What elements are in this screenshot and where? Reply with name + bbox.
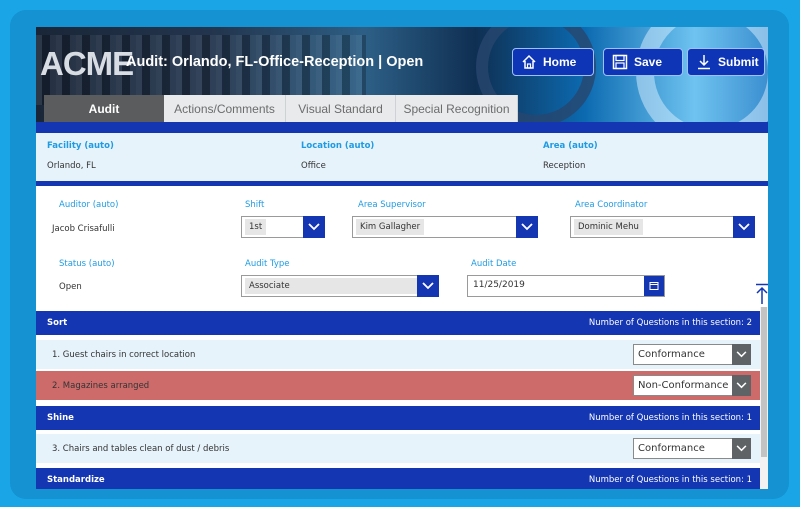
chevron-down-icon[interactable]	[303, 216, 325, 238]
area-coordinator-dropdown-value: Dominic Mehu	[574, 219, 643, 235]
question-row: 1. Guest chairs in correct location Conf…	[36, 340, 760, 369]
chevron-down-icon[interactable]	[516, 216, 538, 238]
facility-label: Facility (auto)	[47, 141, 114, 151]
audit-date-label: Audit Date	[471, 259, 517, 269]
section-question-count: Number of Questions in this section: 1	[588, 413, 752, 423]
chevron-down-icon[interactable]	[732, 375, 751, 396]
answer-dropdown-value: Conformance	[638, 349, 705, 360]
tab-visual-standard[interactable]: Visual Standard	[286, 95, 396, 122]
scrollbar[interactable]	[760, 307, 768, 489]
chevron-down-icon[interactable]	[417, 275, 439, 297]
area-supervisor-dropdown[interactable]: Kim Gallagher	[352, 216, 538, 238]
section-header-standardize: Standardize Number of Questions in this …	[36, 468, 760, 489]
location-label: Location (auto)	[301, 141, 375, 151]
divider-bar	[36, 122, 768, 133]
question-row: 3. Chairs and tables clean of dust / deb…	[36, 434, 760, 463]
section-name: Shine	[47, 413, 74, 423]
app-screen: ACME Audit: Orlando, FL-Office-Reception…	[36, 27, 768, 489]
audit-type-dropdown-value: Associate	[245, 278, 417, 294]
auditor-value: Jacob Crisafulli	[52, 224, 115, 234]
home-button[interactable]: Home	[512, 48, 594, 76]
answer-dropdown-value: Non-Conformance	[638, 380, 729, 391]
home-icon	[522, 54, 536, 69]
status-label: Status (auto)	[59, 259, 115, 269]
answer-dropdown[interactable]: Conformance	[633, 344, 751, 365]
home-button-label: Home	[543, 55, 577, 69]
audit-type-label: Audit Type	[245, 259, 290, 269]
answer-dropdown[interactable]: Conformance	[633, 438, 751, 459]
section-header-shine: Shine Number of Questions in this sectio…	[36, 406, 760, 430]
location-value: Office	[301, 161, 326, 171]
page-title: Audit: Orlando, FL-Office-Reception | Op…	[126, 54, 424, 70]
auditor-label: Auditor (auto)	[59, 200, 119, 210]
save-icon	[612, 54, 628, 70]
shift-label: Shift	[245, 200, 265, 210]
chevron-down-icon[interactable]	[732, 438, 751, 459]
area-supervisor-dropdown-value: Kim Gallagher	[356, 219, 425, 235]
section-name: Sort	[47, 318, 68, 328]
area-label: Area (auto)	[543, 141, 598, 151]
app-header: ACME Audit: Orlando, FL-Office-Reception…	[36, 27, 768, 124]
chevron-down-icon[interactable]	[732, 344, 751, 365]
audit-date-value: 11/25/2019	[473, 280, 525, 290]
audit-date-picker[interactable]: 11/25/2019	[467, 275, 665, 297]
scroll-to-top-icon[interactable]	[755, 283, 768, 305]
shift-dropdown[interactable]: 1st	[241, 216, 325, 238]
calendar-icon[interactable]	[644, 276, 664, 296]
section-name: Standardize	[47, 475, 105, 485]
save-button[interactable]: Save	[603, 48, 683, 76]
audit-type-dropdown[interactable]: Associate	[241, 275, 439, 297]
area-coordinator-dropdown[interactable]: Dominic Mehu	[570, 216, 755, 238]
question-text: 2. Magazines arranged	[52, 381, 150, 391]
tab-special-recognition[interactable]: Special Recognition	[396, 95, 518, 122]
divider-bar	[36, 181, 768, 186]
answer-dropdown[interactable]: Non-Conformance	[633, 375, 751, 396]
question-text: 1. Guest chairs in correct location	[52, 350, 196, 360]
chevron-down-icon[interactable]	[733, 216, 755, 238]
question-row: 2. Magazines arranged Non-Conformance	[36, 371, 760, 400]
facility-value: Orlando, FL	[47, 161, 96, 171]
status-value: Open	[59, 282, 82, 292]
area-supervisor-label: Area Supervisor	[358, 200, 426, 210]
scrollbar-thumb[interactable]	[761, 307, 767, 457]
tab-audit[interactable]: Audit	[44, 95, 164, 122]
area-coordinator-label: Area Coordinator	[575, 200, 648, 210]
question-text: 3. Chairs and tables clean of dust / deb…	[52, 444, 230, 454]
download-arrow-icon	[698, 55, 710, 70]
section-question-count: Number of Questions in this section: 1	[588, 475, 752, 485]
area-value: Reception	[543, 161, 586, 171]
auto-info-band: Facility (auto) Orlando, FL Location (au…	[36, 133, 768, 181]
acme-logo: ACME	[40, 45, 134, 82]
save-button-label: Save	[634, 55, 663, 69]
answer-dropdown-value: Conformance	[638, 443, 705, 454]
submit-button-label: Submit	[718, 55, 759, 69]
submit-button[interactable]: Submit	[687, 48, 765, 76]
shift-dropdown-value: 1st	[245, 219, 267, 235]
section-question-count: Number of Questions in this section: 2	[588, 318, 752, 328]
section-header-sort: Sort Number of Questions in this section…	[36, 311, 760, 335]
tab-actions-comments[interactable]: Actions/Comments	[164, 95, 286, 122]
